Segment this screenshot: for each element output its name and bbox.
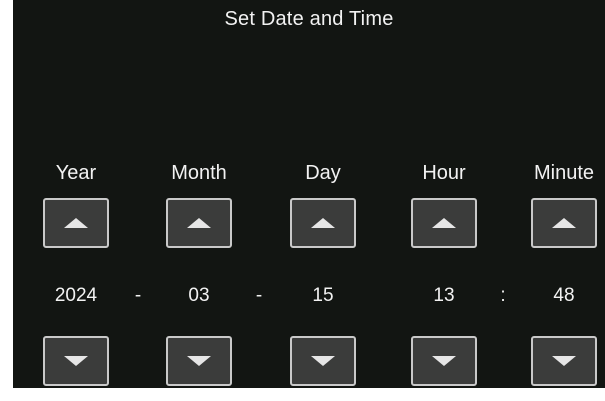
triangle-down-icon bbox=[552, 356, 576, 366]
hour-increment-button[interactable] bbox=[411, 198, 477, 248]
month-increment-button[interactable] bbox=[166, 198, 232, 248]
triangle-up-icon bbox=[187, 218, 211, 228]
triangle-up-icon bbox=[64, 218, 88, 228]
day-value: 15 bbox=[312, 285, 334, 306]
month-decrement-button[interactable] bbox=[166, 336, 232, 386]
triangle-up-icon bbox=[432, 218, 456, 228]
minute-value: 48 bbox=[553, 285, 575, 306]
triangle-down-icon bbox=[187, 356, 211, 366]
month-label: Month bbox=[171, 162, 227, 184]
hour-label: Hour bbox=[422, 162, 466, 184]
page-title: Set Date and Time bbox=[224, 8, 394, 30]
day-decrement-button[interactable] bbox=[290, 336, 356, 386]
year-increment-button[interactable] bbox=[43, 198, 109, 248]
date-time-panel: Set Date and Time Year 2024 - Month 03 -… bbox=[13, 0, 605, 388]
day-label: Day bbox=[305, 162, 341, 184]
triangle-down-icon bbox=[311, 356, 335, 366]
triangle-down-icon bbox=[432, 356, 456, 366]
date-separator: - bbox=[255, 285, 263, 306]
minute-increment-button[interactable] bbox=[531, 198, 597, 248]
hour-decrement-button[interactable] bbox=[411, 336, 477, 386]
year-value: 2024 bbox=[54, 285, 98, 306]
hour-value: 13 bbox=[433, 285, 455, 306]
time-separator: : bbox=[500, 285, 506, 306]
triangle-up-icon bbox=[311, 218, 335, 228]
date-separator: - bbox=[134, 285, 142, 306]
minute-decrement-button[interactable] bbox=[531, 336, 597, 386]
minute-label: Minute bbox=[533, 162, 595, 184]
year-label: Year bbox=[55, 162, 97, 184]
year-decrement-button[interactable] bbox=[43, 336, 109, 386]
triangle-up-icon bbox=[552, 218, 576, 228]
month-value: 03 bbox=[188, 285, 210, 306]
day-increment-button[interactable] bbox=[290, 198, 356, 248]
triangle-down-icon bbox=[64, 356, 88, 366]
